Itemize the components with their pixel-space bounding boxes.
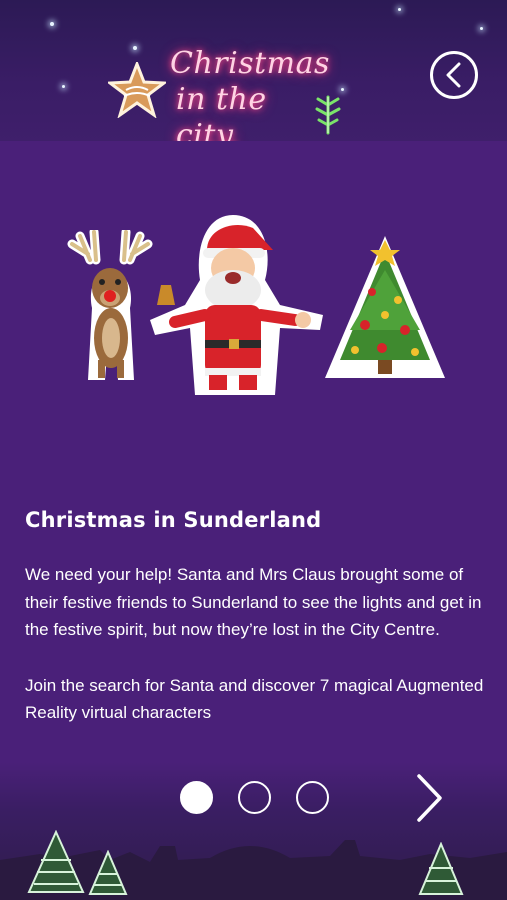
pine-tree-icon xyxy=(88,850,128,895)
sky-star xyxy=(62,85,65,88)
chevron-right-icon xyxy=(417,774,442,822)
pine-tree-icon xyxy=(27,830,85,893)
hero-characters-illustration xyxy=(50,205,460,415)
gingerbread-star-icon xyxy=(108,62,166,118)
sky-star xyxy=(341,88,344,91)
intro-paragraph: We need your help! Santa and Mrs Claus b… xyxy=(25,565,482,639)
pine-tree-icon xyxy=(418,842,464,895)
santa-image xyxy=(150,215,323,395)
search-paragraph: Join the search for Santa and discover 7… xyxy=(25,675,484,723)
page-dot-3[interactable] xyxy=(296,781,329,814)
christmas-tree-image xyxy=(325,236,445,378)
chevron-left-icon xyxy=(446,62,461,88)
page-dot-1[interactable] xyxy=(180,781,213,814)
app-header: Christmas in the city. xyxy=(0,0,507,141)
back-button[interactable] xyxy=(430,51,478,99)
page-title: Christmas in Sunderland xyxy=(25,508,322,532)
sky-star xyxy=(398,8,401,11)
pagination-dots xyxy=(180,781,329,814)
next-button[interactable] xyxy=(412,772,446,824)
christmas-in-the-city-logo: Christmas in the city. xyxy=(108,40,341,141)
intro-content: Christmas in Sunderland We need your hel… xyxy=(25,505,485,762)
sky-star xyxy=(50,22,54,26)
holly-icon xyxy=(315,95,341,135)
sky-star xyxy=(480,27,483,30)
logo-line1: Christmas xyxy=(170,46,330,81)
page-dot-2[interactable] xyxy=(238,781,271,814)
